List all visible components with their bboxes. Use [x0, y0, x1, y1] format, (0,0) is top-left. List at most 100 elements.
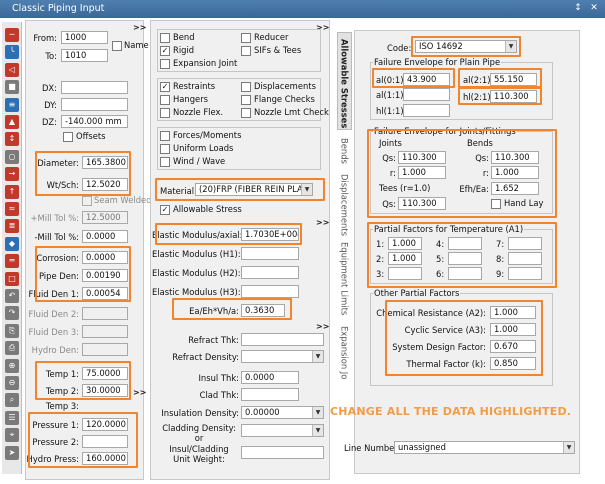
joints-qs-field[interactable]: 110.300 [398, 151, 446, 164]
insulation-density-select[interactable]: 0.00000 ▼ [241, 406, 324, 419]
thermal-factor-field[interactable]: 0.850 [490, 357, 536, 370]
hanger-icon[interactable]: ↕ [5, 132, 19, 147]
tab-equipment-limits[interactable]: Equipment Limits [337, 236, 352, 320]
bend-checkbox[interactable] [160, 33, 170, 43]
material-select[interactable]: (20)FRP (FIBER REIN PLAS ▼ [195, 183, 313, 196]
partial-factor-9-field[interactable] [508, 267, 542, 280]
ea-field[interactable]: 0.3630 [241, 304, 285, 317]
tab-displacements[interactable]: Displacements [337, 168, 352, 236]
expansion-joint-icon[interactable]: ≡ [5, 97, 19, 112]
more-button-left[interactable]: >> [133, 23, 146, 33]
h21-field[interactable]: 110.300 [490, 90, 537, 103]
pipe-den-field[interactable]: 0.00190 [82, 269, 128, 282]
bends-r-field[interactable]: 1.000 [491, 166, 539, 179]
pin-icon[interactable]: ↕ [572, 3, 584, 14]
fluid-den2-field[interactable] [82, 307, 128, 320]
a11-field[interactable] [403, 88, 450, 101]
insul-cladding-unit-weight-field[interactable] [241, 446, 324, 459]
partial-factor-4-field[interactable] [448, 237, 482, 250]
undo-icon[interactable]: ↶ [5, 289, 19, 303]
a01-field[interactable]: 43.900 [403, 73, 450, 86]
bends-qs-field[interactable]: 110.300 [491, 151, 539, 164]
refract-density-select[interactable]: ▼ [241, 350, 324, 363]
to-field[interactable]: 1010 [61, 49, 108, 62]
sifs-checkbox[interactable] [241, 46, 251, 56]
system-design-field[interactable]: 0.670 [490, 340, 536, 353]
line-number-select[interactable]: unassigned ▼ [394, 441, 575, 454]
restraint-icon[interactable]: ▲ [5, 115, 19, 129]
fluid-den3-field[interactable] [82, 325, 128, 338]
cyclic-service-field[interactable]: 1.000 [490, 323, 536, 336]
a21-field[interactable]: 55.150 [490, 73, 537, 86]
partial-factor-5-field[interactable] [448, 252, 482, 265]
fluid-den1-field[interactable]: 0.00054 [82, 287, 128, 300]
elastic-h2-field[interactable] [241, 266, 299, 279]
h11-field[interactable] [403, 104, 450, 117]
code-select[interactable]: ISO 14692 ▼ [415, 40, 517, 53]
partial-factor-8-field[interactable] [508, 252, 542, 265]
zoom-icon[interactable]: ⌖ [5, 428, 19, 443]
allowable-stress-checkbox[interactable]: ✓ [160, 205, 170, 215]
reducer-checkbox[interactable] [241, 33, 251, 43]
temp1-field[interactable]: 75.0000 [82, 367, 128, 380]
arrow-icon[interactable]: ➤ [5, 445, 19, 460]
offsets-checkbox[interactable] [63, 132, 73, 142]
pipe-element-icon[interactable]: ─ [5, 28, 19, 42]
find-icon[interactable]: ⌕ [5, 393, 19, 408]
chevron-down-icon[interactable]: ▼ [312, 425, 323, 436]
displacements-checkbox[interactable] [241, 82, 251, 92]
partial-factor-6-field[interactable] [448, 267, 482, 280]
reducer-icon[interactable]: ◁ [5, 62, 19, 77]
insert-icon[interactable]: ⊕ [5, 358, 19, 373]
chem-resistance-field[interactable]: 1.000 [490, 306, 536, 319]
dy-field[interactable] [61, 98, 128, 111]
chevron-down-icon[interactable]: ▼ [301, 184, 312, 195]
tab-expansion-joint[interactable]: Expansion Jo [337, 320, 352, 396]
redo-icon[interactable]: ↷ [5, 306, 19, 321]
uniform-loads-checkbox[interactable] [160, 144, 170, 154]
partial-factor-1-field[interactable]: 1.000 [388, 237, 422, 250]
nozzle-flex-checkbox[interactable] [160, 108, 170, 118]
mill-tol-plus-field[interactable]: 12.5000 [82, 211, 128, 224]
from-field[interactable]: 1000 [61, 31, 108, 44]
list-icon[interactable]: ☰ [5, 410, 19, 425]
chevron-down-icon[interactable]: ▼ [505, 41, 516, 52]
rigid-checkbox[interactable]: ✓ [160, 46, 170, 56]
pressure1-field[interactable]: 120.0000 [82, 418, 128, 431]
delete-icon[interactable]: ⊖ [5, 376, 19, 390]
partial-factor-3-field[interactable] [388, 267, 422, 280]
sif-icon[interactable]: ◆ [5, 236, 19, 251]
elastic-h1-field[interactable] [241, 247, 299, 260]
equipment-icon[interactable]: □ [5, 271, 19, 286]
hangers-checkbox[interactable] [160, 95, 170, 105]
expansion-joint-checkbox[interactable] [160, 59, 170, 69]
flange-checks-checkbox[interactable] [241, 95, 251, 105]
dx-field[interactable] [61, 81, 128, 94]
diameter-field[interactable]: 165.3800 [82, 156, 128, 169]
chevron-down-icon[interactable]: ▼ [563, 442, 574, 453]
hand-lay-checkbox[interactable] [491, 199, 501, 209]
hydro-press-field[interactable]: 160.0000 [82, 452, 128, 465]
temp2-field[interactable]: 30.0000 [82, 384, 128, 397]
refract-thk-field[interactable] [241, 333, 324, 346]
forces-checkbox[interactable] [160, 131, 170, 141]
force-icon[interactable]: ↑ [5, 184, 19, 199]
chevron-down-icon[interactable]: ▼ [312, 407, 323, 418]
restraints-checkbox[interactable]: ✓ [160, 82, 170, 92]
partial-factor-2-field[interactable]: 1.000 [388, 252, 422, 265]
name-checkbox[interactable] [112, 41, 122, 51]
wt-sch-field[interactable]: 12.5020 [82, 178, 128, 191]
bend-icon[interactable]: ╰ [5, 45, 19, 60]
more-button-refract[interactable]: >> [316, 322, 329, 332]
clad-thk-field[interactable] [241, 388, 299, 401]
hydro-den-field[interactable] [82, 343, 128, 356]
wind-icon[interactable]: ≣ [5, 219, 19, 234]
nozzle-icon[interactable]: ○ [5, 149, 19, 164]
insul-thk-field[interactable]: 0.0000 [241, 371, 299, 384]
close-icon[interactable]: ✕ [588, 3, 600, 14]
flange-icon[interactable]: ═ [5, 254, 19, 269]
efh-field[interactable]: 1.652 [491, 182, 539, 195]
mill-tol-minus-field[interactable]: 0.0000 [82, 230, 128, 243]
chevron-down-icon[interactable]: ▼ [312, 351, 323, 362]
displacement-icon[interactable]: → [5, 167, 19, 182]
